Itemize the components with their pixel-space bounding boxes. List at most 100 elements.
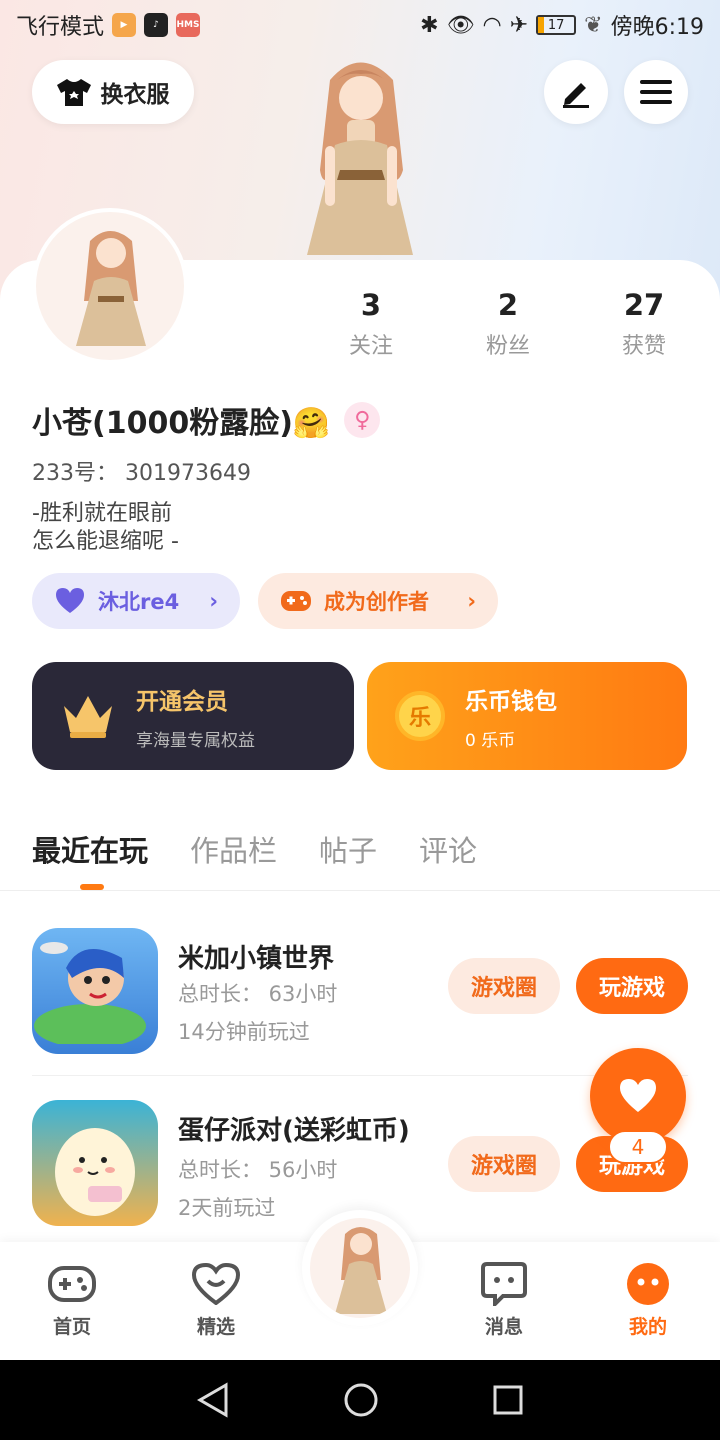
menu-button[interactable] xyxy=(624,60,688,124)
profile-page: 飞行模式 ▶ ♪ HMS ✱ 👁 ◠ ✈ 17 ❦ 傍晚6:19 换衣服 3 关… xyxy=(0,0,720,1440)
leaf-icon: ❦ xyxy=(584,12,603,38)
gamepad-icon xyxy=(281,591,311,611)
divider xyxy=(32,1075,688,1076)
chevron-right-icon: › xyxy=(467,589,476,613)
nav-home-icon-wrap xyxy=(22,1262,122,1306)
vip-membership-card[interactable]: 开通会员 享海量专属权益 xyxy=(32,662,354,770)
tab-comments[interactable]: 评论 xyxy=(419,828,477,870)
battery-icon: 17 xyxy=(536,15,577,35)
game-circle-button[interactable]: 游戏圈 xyxy=(448,1136,560,1192)
heart-icon xyxy=(56,588,84,613)
coin-wallet-card[interactable]: 乐 乐币钱包 0 乐币 xyxy=(367,662,687,770)
nav-featured[interactable]: 精选 xyxy=(166,1262,266,1339)
tab-posts[interactable]: 帖子 xyxy=(319,828,377,870)
hamburger-menu-icon xyxy=(640,80,672,104)
game-last-played: 2天前玩过 xyxy=(178,1196,276,1220)
coin-balance: 0 乐币 xyxy=(465,730,516,751)
nav-avatar-icon xyxy=(335,1227,387,1314)
become-creator-button[interactable]: 成为创作者 › xyxy=(258,573,498,629)
username: 小苍(1000粉露脸)🤗 xyxy=(32,406,331,441)
game-name: 蛋仔派对(送彩虹币) xyxy=(178,1116,410,1146)
heart-chat-icon xyxy=(192,1263,240,1305)
game-icon-eggy-party xyxy=(32,1100,158,1226)
bio-line-2: 怎么能退缩呢 - xyxy=(32,529,179,554)
nav-mine-icon-wrap xyxy=(598,1262,698,1306)
play-game-button[interactable]: 玩游戏 xyxy=(576,958,688,1014)
status-right: ✱ 👁 ◠ ✈ 17 ❦ 傍晚6:19 xyxy=(420,9,704,41)
stat-following-label: 关注 xyxy=(348,334,393,359)
status-left: 飞行模式 ▶ ♪ HMS xyxy=(16,9,201,41)
nav-avatar-button[interactable] xyxy=(310,1218,410,1318)
stat-following[interactable]: 3 关注 xyxy=(316,288,426,360)
heart-icon xyxy=(620,1079,656,1112)
nav-messages[interactable]: 消息 xyxy=(454,1262,554,1339)
game-last-played: 14分钟前玩过 xyxy=(178,1020,310,1044)
airplane-mode-text: 飞行模式 xyxy=(16,15,105,40)
nav-mine[interactable]: 我的 xyxy=(598,1262,698,1339)
wifi-icon: ◠ xyxy=(482,12,502,38)
system-nav-bar xyxy=(0,1360,720,1440)
airplane-icon: ✈ xyxy=(509,12,529,38)
stat-fans-count: 2 xyxy=(497,288,519,322)
home-icon[interactable] xyxy=(343,1382,379,1418)
stat-fans[interactable]: 2 粉丝 xyxy=(453,288,563,360)
change-outfit-button[interactable]: 换衣服 xyxy=(32,60,194,124)
battery-level: 17 xyxy=(547,17,565,33)
game-playtime: 总时长： 63小时 xyxy=(178,982,338,1006)
clock: 傍晚6:19 xyxy=(610,15,704,40)
recents-icon[interactable] xyxy=(492,1384,524,1416)
vip-title: 开通会员 xyxy=(136,688,228,715)
stat-likes-label: 获赞 xyxy=(621,334,666,359)
tiktok-icon: ♪ xyxy=(144,13,169,37)
edit-profile-button[interactable] xyxy=(544,60,608,124)
chevron-right-icon: › xyxy=(209,589,218,613)
nav-mine-label: 我的 xyxy=(628,1316,667,1338)
game-row[interactable]: 米加小镇世界 总时长： 63小时 14分钟前玩过 游戏圈 玩游戏 xyxy=(32,928,688,1068)
coin-icon: 乐 xyxy=(395,691,445,741)
avatar-character-icon xyxy=(76,231,146,346)
crown-icon xyxy=(64,696,112,738)
tab-works[interactable]: 作品栏 xyxy=(190,828,277,870)
nav-home[interactable]: 首页 xyxy=(22,1262,122,1339)
back-icon[interactable] xyxy=(196,1382,230,1418)
avatar-character[interactable] xyxy=(285,50,435,262)
stat-likes-count: 27 xyxy=(623,288,665,322)
profile-tabs: 最近在玩 作品栏 帖子 评论 xyxy=(32,828,477,870)
pen-icon xyxy=(563,83,589,108)
avatar[interactable] xyxy=(32,208,188,364)
tab-recently-played[interactable]: 最近在玩 xyxy=(32,828,148,870)
gamepad-icon xyxy=(48,1266,96,1302)
nav-messages-label: 消息 xyxy=(484,1316,523,1338)
game-circle-button[interactable]: 游戏圈 xyxy=(448,958,560,1014)
avatar-image xyxy=(36,212,184,360)
become-creator-label: 成为创作者 xyxy=(324,590,429,614)
coin-title: 乐币钱包 xyxy=(465,688,557,715)
stat-likes[interactable]: 27 获赞 xyxy=(589,288,699,360)
game-icon-miga xyxy=(32,928,158,1054)
eye-icon: 👁 xyxy=(446,12,475,38)
guild-tag-button[interactable]: 沐北re4 › xyxy=(32,573,240,629)
vip-subtitle: 享海量专属权益 xyxy=(136,730,255,751)
divider xyxy=(0,890,720,891)
bio-line-1: -胜利就在眼前 xyxy=(32,501,172,526)
character-illustration xyxy=(307,62,413,255)
miga-town-icon xyxy=(34,942,146,1048)
nav-home-label: 首页 xyxy=(52,1316,91,1338)
nav-featured-icon-wrap xyxy=(166,1262,266,1306)
status-bar: 飞行模式 ▶ ♪ HMS ✱ 👁 ◠ ✈ 17 ❦ 傍晚6:19 xyxy=(0,0,720,50)
eggy-party-icon xyxy=(55,1128,135,1216)
like-count-badge: 4 xyxy=(608,1130,668,1164)
message-icon xyxy=(481,1262,527,1306)
nav-messages-icon-wrap xyxy=(454,1262,554,1306)
gender-female-icon: ♀ xyxy=(344,402,381,438)
guild-tag-label: 沐北re4 xyxy=(98,590,180,614)
coin-glyph: 乐 xyxy=(408,706,431,731)
game-name: 米加小镇世界 xyxy=(178,944,335,974)
change-outfit-label: 换衣服 xyxy=(100,82,170,108)
tshirt-icon xyxy=(56,79,91,106)
username-row: 小苍(1000粉露脸)🤗 ♀ xyxy=(32,398,381,442)
stat-fans-label: 粉丝 xyxy=(485,334,530,359)
nav-featured-label: 精选 xyxy=(196,1316,235,1338)
game-playtime: 总时长： 56小时 xyxy=(178,1158,338,1182)
bio: -胜利就在眼前 怎么能退缩呢 - xyxy=(32,500,179,556)
